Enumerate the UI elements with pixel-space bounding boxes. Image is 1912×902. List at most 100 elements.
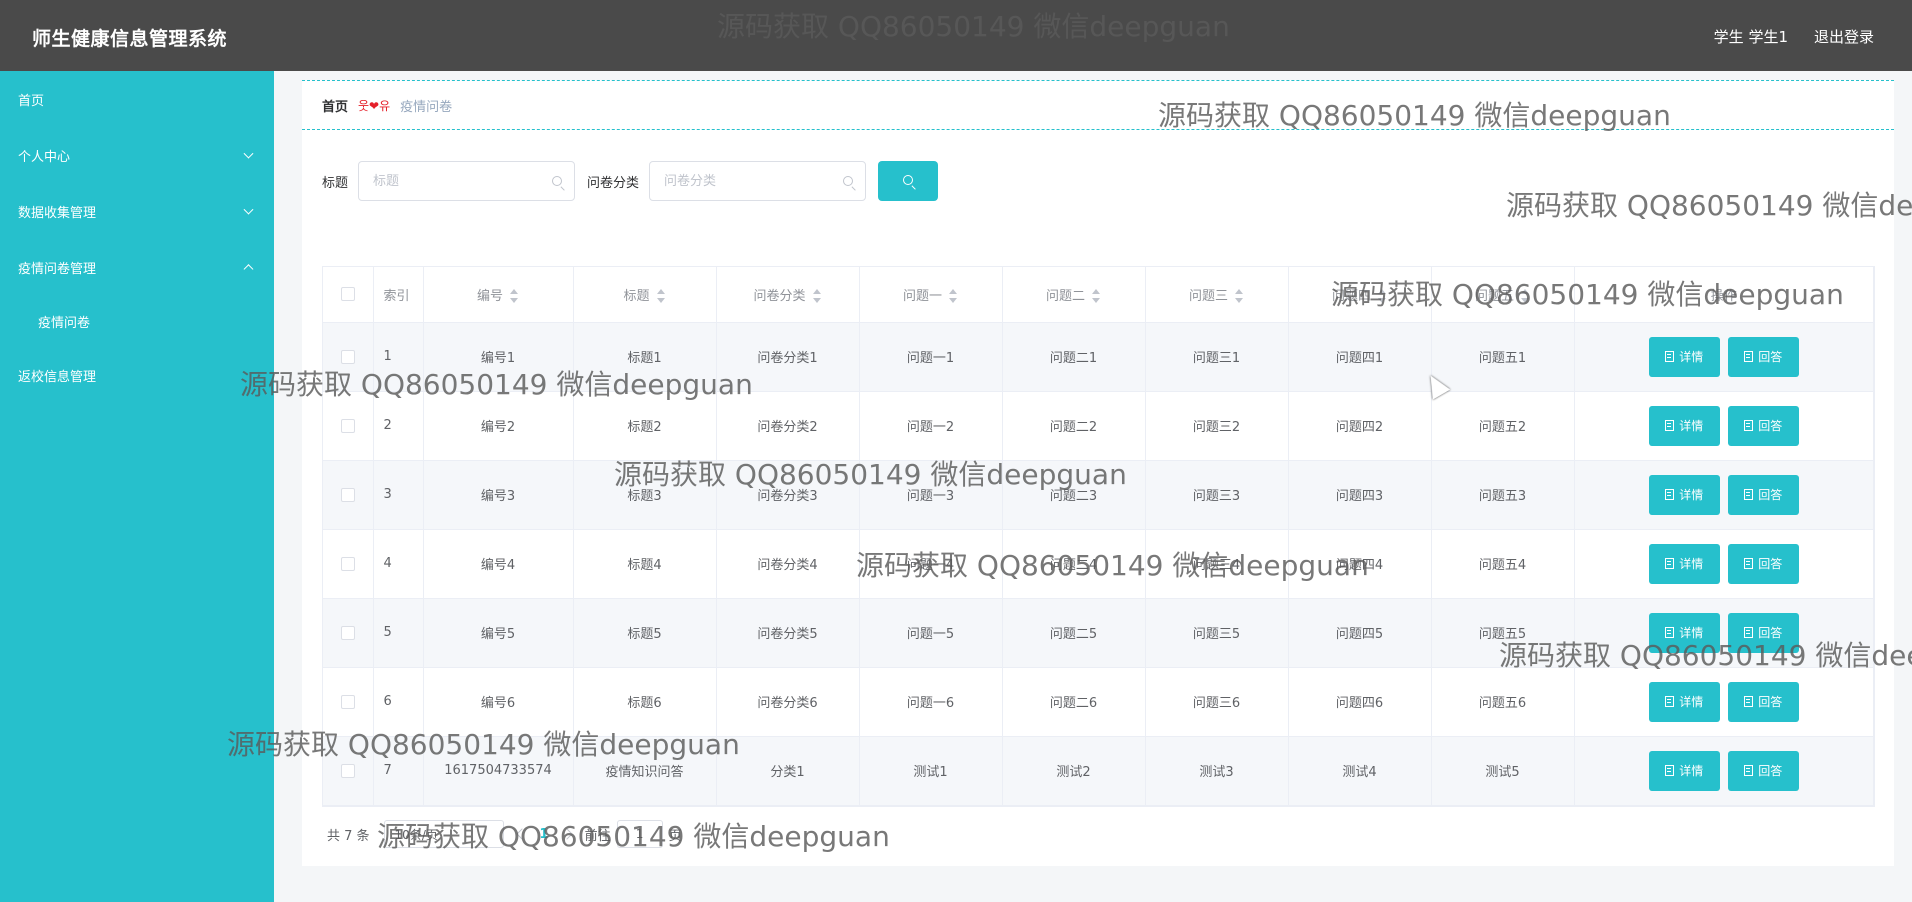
- table-row: 5 编号5 标题5 问卷分类5 问题一5 问题二5 问题三5 问题四5 问题五5 详情 回答: [323, 598, 1874, 668]
- cell-title: 疫情知识问答: [573, 736, 717, 806]
- cell-code: 编号5: [423, 598, 574, 668]
- sort-icon[interactable]: [1091, 289, 1101, 304]
- search-icon: [843, 176, 854, 186]
- page-size-select[interactable]: 10条/页: [383, 820, 504, 848]
- document-icon: [1744, 558, 1754, 569]
- detail-button[interactable]: 详情: [1648, 405, 1720, 446]
- document-icon: [1744, 765, 1754, 776]
- row-checkbox[interactable]: [340, 625, 355, 640]
- answer-button[interactable]: 回答: [1727, 612, 1799, 653]
- column-header-q3[interactable]: 问题三: [1145, 267, 1289, 323]
- detail-button[interactable]: 详情: [1648, 612, 1720, 653]
- sidebar-item-label: 数据收集管理: [18, 205, 97, 221]
- sidebar-item-home[interactable]: 首页: [0, 71, 274, 127]
- breadcrumb-home[interactable]: 首页: [322, 96, 348, 115]
- current-page[interactable]: 1: [540, 827, 549, 842]
- sidebar-item-label: 返校信息管理: [18, 369, 97, 385]
- cell-code: 编号1: [423, 322, 574, 392]
- row-actions: 详情 回答: [1574, 460, 1874, 530]
- row-select-cell: [323, 598, 374, 668]
- sort-icon[interactable]: [656, 289, 666, 304]
- document-icon: [1665, 558, 1675, 569]
- cell-q5: 问题五2: [1431, 391, 1575, 461]
- cell-category: 问卷分类4: [716, 529, 860, 599]
- detail-button[interactable]: 详情: [1648, 336, 1720, 377]
- column-header-code[interactable]: 编号: [423, 267, 574, 323]
- cell-code: 编号2: [423, 391, 574, 461]
- cell-q3: 测试3: [1145, 736, 1289, 806]
- row-select-cell: [323, 667, 374, 737]
- sidebar-item-return-school[interactable]: 返校信息管理: [0, 347, 274, 403]
- cell-code: 1617504733574: [423, 736, 574, 806]
- row-checkbox[interactable]: [340, 694, 355, 709]
- cell-q1: 问题一3: [859, 460, 1003, 530]
- column-header-title[interactable]: 标题: [573, 267, 717, 323]
- prev-page-icon[interactable]: [515, 828, 528, 840]
- select-all-checkbox[interactable]: [340, 287, 355, 302]
- answer-button[interactable]: 回答: [1727, 336, 1799, 377]
- row-checkbox[interactable]: [340, 349, 355, 364]
- row-select-cell: [323, 529, 374, 599]
- logout-button[interactable]: 退出登录: [1814, 26, 1874, 47]
- row-checkbox[interactable]: [340, 556, 355, 571]
- answer-button[interactable]: 回答: [1727, 750, 1799, 791]
- detail-button[interactable]: 详情: [1648, 474, 1720, 515]
- row-checkbox[interactable]: [340, 418, 355, 433]
- sort-icon[interactable]: [1520, 289, 1530, 304]
- search-icon: [903, 175, 914, 185]
- sidebar-item-survey[interactable]: 疫情问卷: [0, 295, 274, 347]
- detail-button[interactable]: 详情: [1648, 750, 1720, 791]
- cell-q4: 问题四3: [1288, 460, 1432, 530]
- cell-index: 2: [373, 391, 424, 461]
- goto-page-input[interactable]: [616, 820, 663, 848]
- chevron-down-icon: [243, 204, 254, 215]
- answer-button[interactable]: 回答: [1727, 405, 1799, 446]
- cell-category: 问卷分类3: [716, 460, 860, 530]
- sort-icon[interactable]: [1234, 289, 1244, 304]
- detail-button[interactable]: 详情: [1648, 543, 1720, 584]
- sidebar-item-data-collection[interactable]: 数据收集管理: [0, 183, 274, 239]
- next-page-icon[interactable]: [560, 828, 573, 840]
- cell-q3: 问题三2: [1145, 391, 1289, 461]
- sort-icon[interactable]: [509, 289, 519, 304]
- cell-q1: 问题一2: [859, 391, 1003, 461]
- cell-index: 4: [373, 529, 424, 599]
- current-user[interactable]: 学生 学生1: [1714, 26, 1788, 47]
- cell-q2: 问题二4: [1002, 529, 1146, 599]
- column-header-category[interactable]: 问卷分类: [716, 267, 860, 323]
- answer-button[interactable]: 回答: [1727, 474, 1799, 515]
- row-checkbox[interactable]: [340, 487, 355, 502]
- cell-q5: 问题五4: [1431, 529, 1575, 599]
- pagination: 共 7 条 10条/页 1 前往 页: [327, 820, 682, 848]
- row-checkbox[interactable]: [340, 763, 355, 778]
- select-all-cell: [323, 267, 374, 323]
- table-row: 4 编号4 标题4 问卷分类4 问题一4 问题二4 问题三4 问题四4 问题五4 详情 回答: [323, 529, 1874, 599]
- breadcrumb: 首页 웃❤유 疫情问卷: [302, 80, 1894, 130]
- answer-button[interactable]: 回答: [1727, 681, 1799, 722]
- sort-icon[interactable]: [812, 289, 822, 304]
- cell-q4: 问题四4: [1288, 529, 1432, 599]
- sort-icon[interactable]: [948, 289, 958, 304]
- column-header-q1[interactable]: 问题一: [859, 267, 1003, 323]
- sidebar: 首页 个人中心 数据收集管理 疫情问卷管理 疫情问卷 返校信息管理: [0, 71, 274, 902]
- answer-button[interactable]: 回答: [1727, 543, 1799, 584]
- detail-button[interactable]: 详情: [1648, 681, 1720, 722]
- search-button[interactable]: [878, 161, 939, 201]
- row-actions: 详情 回答: [1574, 667, 1874, 737]
- sidebar-item-personal-center[interactable]: 个人中心: [0, 127, 274, 183]
- category-search-input[interactable]: [650, 162, 866, 200]
- column-header-q5[interactable]: 问题五: [1431, 267, 1575, 323]
- chevron-down-icon: [243, 148, 254, 159]
- cell-q2: 问题二1: [1002, 322, 1146, 392]
- row-select-cell: [323, 322, 374, 392]
- title-search-input[interactable]: [359, 162, 575, 200]
- column-header-q2[interactable]: 问题二: [1002, 267, 1146, 323]
- column-header-q4[interactable]: 问题四: [1288, 267, 1432, 323]
- row-actions: 详情 回答: [1574, 598, 1874, 668]
- cell-index: 6: [373, 667, 424, 737]
- sort-icon[interactable]: [1377, 289, 1387, 304]
- cell-q4: 问题四6: [1288, 667, 1432, 737]
- table-row: 1 编号1 标题1 问卷分类1 问题一1 问题二1 问题三1 问题四1 问题五1 详情 回答: [323, 322, 1874, 392]
- cell-category: 问卷分类2: [716, 391, 860, 461]
- sidebar-item-survey-management[interactable]: 疫情问卷管理: [0, 239, 274, 295]
